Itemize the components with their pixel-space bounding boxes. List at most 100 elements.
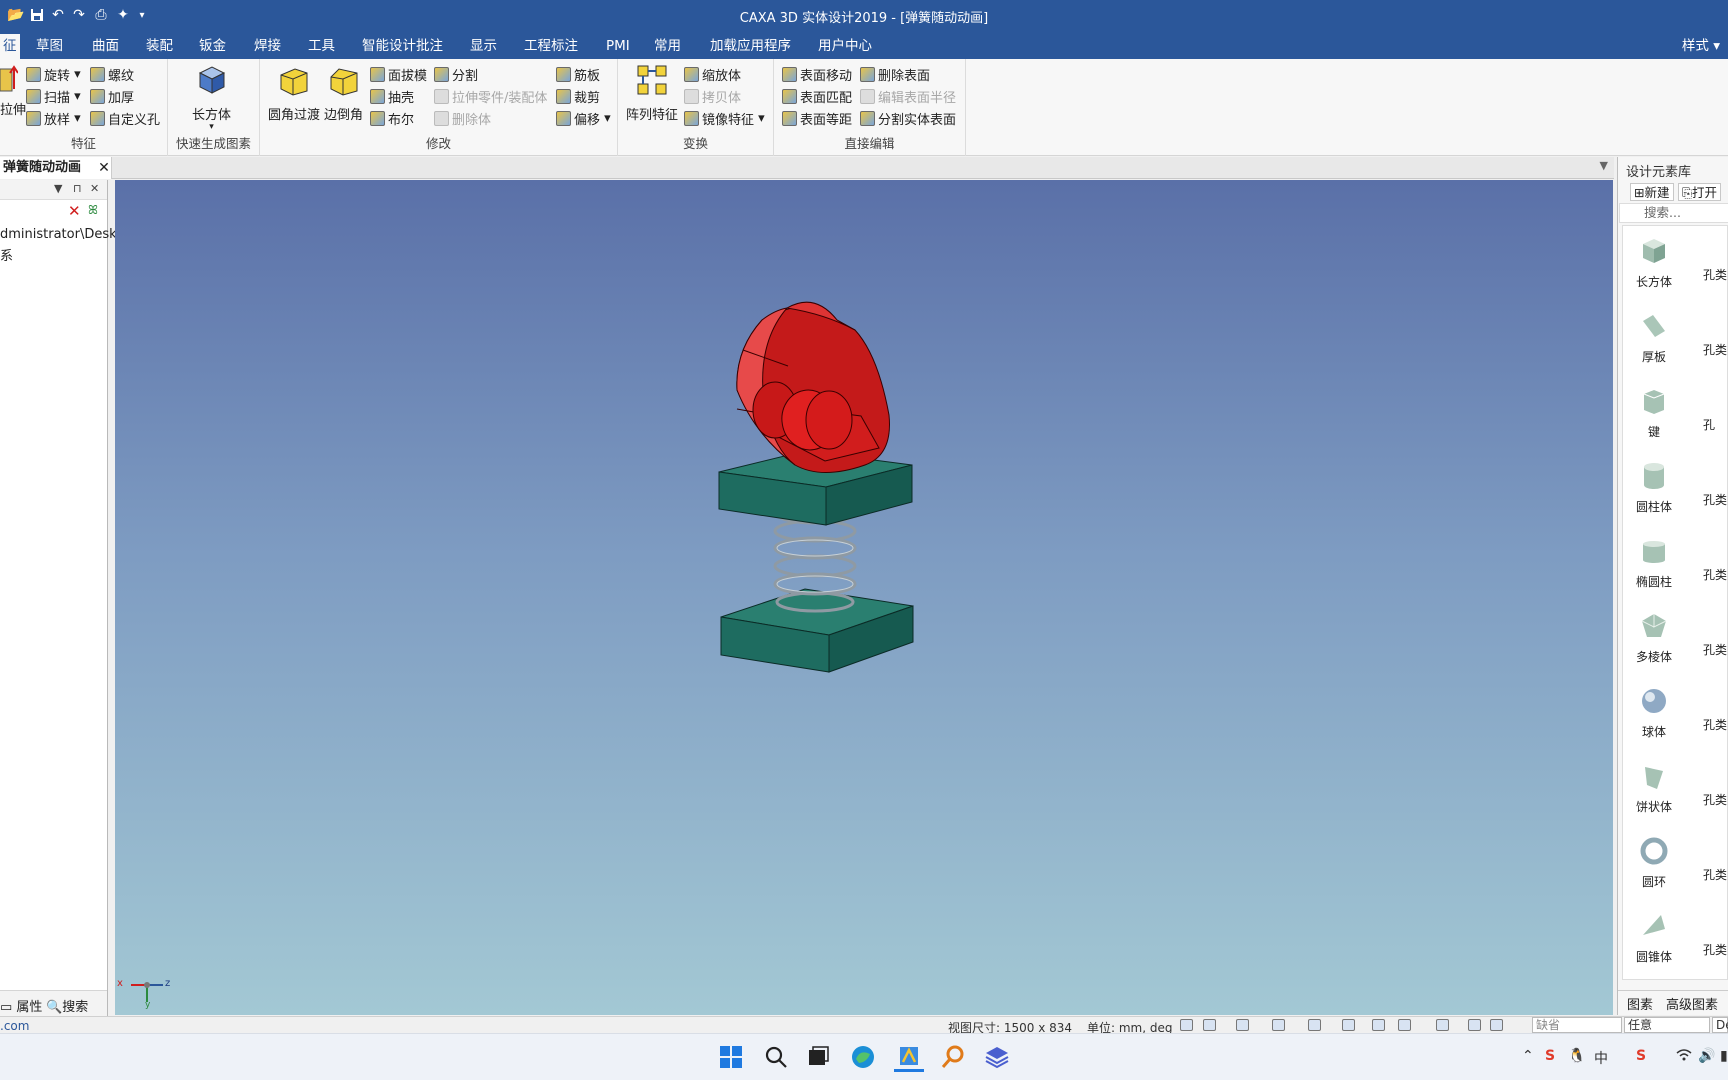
filter-field-3[interactable]: De [1712, 1017, 1728, 1033]
tab-assembly[interactable]: 装配 [138, 35, 181, 57]
mirror-button[interactable]: 镜像特征 ▾ [684, 108, 765, 128]
redo-icon[interactable]: ↷ [69, 5, 89, 25]
measure-icon[interactable] [1372, 1019, 1385, 1031]
edge-browser-icon[interactable] [848, 1042, 878, 1072]
round-button[interactable]: 圆角过渡 [268, 63, 320, 123]
tab-pmi[interactable]: PMI [598, 35, 638, 57]
wifi-icon[interactable] [1676, 1048, 1692, 1066]
status-link[interactable]: .com [0, 1019, 29, 1033]
chamfer-button[interactable]: 边倒角 [324, 63, 363, 123]
tab-sketch[interactable]: 草图 [28, 35, 71, 57]
qq-icon[interactable]: 🐧 [1568, 1048, 1585, 1064]
search-tab[interactable]: 🔍搜索 [46, 996, 88, 1015]
box-button[interactable]: 长方体 ▾ [192, 63, 231, 132]
open-button[interactable]: ⎘打开 [1678, 183, 1722, 201]
tab-display[interactable]: 显示 [462, 35, 505, 57]
element-cone[interactable]: 圆锥体 [1629, 911, 1679, 965]
element-hole-1[interactable]: 孔类 [1703, 266, 1727, 283]
copy-body-button[interactable]: 拷贝体 [684, 86, 741, 106]
delete-face-button[interactable]: 删除表面 [860, 64, 930, 84]
element-hole-8[interactable]: 孔类 [1703, 791, 1727, 808]
view-orient-icon[interactable] [1236, 1019, 1249, 1031]
element-elliptic-cylinder[interactable]: 椭圆柱 [1629, 536, 1679, 590]
library-search-input[interactable]: 搜索... [1619, 203, 1728, 223]
print-icon[interactable]: ⎙ [91, 5, 111, 25]
tree-item-path[interactable]: dministrator\Deskt [0, 227, 122, 242]
ime-icon[interactable]: 中 [1594, 1048, 1608, 1068]
custom-hole-button[interactable]: 自定义孔 [90, 108, 160, 128]
tab-surface[interactable]: 曲面 [84, 35, 127, 57]
search-tool-icon[interactable] [938, 1042, 968, 1072]
scale-button[interactable]: 缩放体 [684, 64, 741, 84]
tray-expand-icon[interactable]: ⌃ [1522, 1048, 1534, 1064]
thicken-button[interactable]: 加厚 [90, 86, 134, 106]
element-hole-9[interactable]: 孔类 [1703, 866, 1727, 883]
split-button[interactable]: 分割 [434, 64, 478, 84]
zoom-icon[interactable] [1180, 1019, 1193, 1031]
rib-button[interactable]: 筋板 [556, 64, 600, 84]
open-folder-icon[interactable]: 📂 [6, 5, 26, 25]
stretch-part-button[interactable]: 拉伸零件/装配体 [434, 86, 547, 106]
delete-icon[interactable]: ✕ [68, 202, 81, 220]
draft-button[interactable]: 面拔模 [370, 64, 427, 84]
tab-tools[interactable]: 工具 [300, 35, 343, 57]
windows-start-icon[interactable] [716, 1042, 746, 1072]
tree-item-system[interactable]: 系 [0, 245, 13, 264]
rotate-view-icon[interactable] [1308, 1019, 1321, 1031]
tab-advanced-elements[interactable]: 高级图素 [1666, 994, 1718, 1013]
taskbar-search-icon[interactable] [761, 1042, 791, 1072]
move-face-button[interactable]: 表面移动 [782, 64, 852, 84]
tab-feature[interactable]: 征 [0, 34, 20, 59]
volume-icon[interactable]: 🔊 [1698, 1048, 1715, 1064]
pattern-button[interactable]: 阵列特征 [626, 63, 678, 123]
element-hole-10[interactable]: 孔类 [1703, 941, 1727, 958]
caxa-app-icon[interactable] [894, 1042, 924, 1072]
task-view-icon[interactable] [803, 1042, 833, 1072]
loft-button[interactable]: 放样 ▾ [26, 108, 81, 128]
shell-button[interactable]: 抽壳 [370, 86, 414, 106]
boolean-button[interactable]: 布尔 [370, 108, 414, 128]
tab-sheet-metal[interactable]: 钣金 [191, 35, 234, 57]
rotate-button[interactable]: 旋转 ▾ [26, 64, 81, 84]
tab-engineering-annotation[interactable]: 工程标注 [516, 35, 586, 57]
element-hole-4[interactable]: 孔类 [1703, 491, 1727, 508]
split-face-button[interactable]: 分割实体表面 [860, 108, 956, 128]
zoom-fit-icon[interactable] [1203, 1019, 1216, 1031]
element-cylinder[interactable]: 圆柱体 [1629, 461, 1679, 515]
offset-face-button[interactable]: 表面等距 [782, 108, 852, 128]
stretch-button[interactable]: 拉伸 [0, 63, 26, 118]
properties-tab[interactable]: ▭ 属性 [0, 996, 42, 1015]
match-face-button[interactable]: 表面匹配 [782, 86, 852, 106]
select-icon[interactable] [1436, 1019, 1449, 1031]
edit-radius-button[interactable]: 编辑表面半径 [860, 86, 956, 106]
filter-field-2[interactable]: 任意 [1624, 1017, 1710, 1033]
element-sphere[interactable]: 球体 [1629, 686, 1679, 740]
tab-welding[interactable]: 焊接 [246, 35, 289, 57]
tab-user-center[interactable]: 用户中心 [810, 35, 880, 57]
layers-app-icon[interactable] [982, 1042, 1012, 1072]
battery-icon[interactable]: ▮ [1720, 1048, 1728, 1064]
panel-close-icon[interactable]: ✕ [90, 182, 99, 195]
tab-addins[interactable]: 加载应用程序 [702, 35, 799, 57]
element-hole-6[interactable]: 孔类 [1703, 641, 1727, 658]
element-slab[interactable]: 厚板 [1629, 311, 1679, 365]
quick-access-dropdown-icon[interactable]: ▾ [132, 5, 152, 25]
render-mode-icon[interactable] [1272, 1019, 1285, 1031]
element-hole-7[interactable]: 孔类 [1703, 716, 1727, 733]
tab-smart-annotation[interactable]: 智能设计批注 [354, 35, 451, 57]
filter-field-1[interactable]: 缺省 [1532, 1017, 1622, 1033]
3d-viewport[interactable]: x z y [115, 180, 1613, 1015]
undo-icon[interactable]: ↶ [48, 5, 68, 25]
style-menu[interactable]: 样式 ▾ [1682, 35, 1720, 57]
element-hole-5[interactable]: 孔类 [1703, 566, 1727, 583]
sweep-button[interactable]: 扫描 ▾ [26, 86, 81, 106]
tab-elements[interactable]: 图素 [1627, 994, 1653, 1013]
chevron-down-icon[interactable]: ▼ [1600, 159, 1608, 172]
element-key[interactable]: 键 [1629, 386, 1679, 440]
sogou-tray-icon[interactable]: S [1636, 1048, 1646, 1064]
element-torus[interactable]: 圆环 [1629, 836, 1679, 890]
delete-body-button[interactable]: 删除体 [434, 108, 491, 128]
element-pie[interactable]: 饼状体 [1629, 761, 1679, 815]
new-button[interactable]: ⊞新建 [1630, 183, 1674, 201]
section-icon[interactable] [1342, 1019, 1355, 1031]
